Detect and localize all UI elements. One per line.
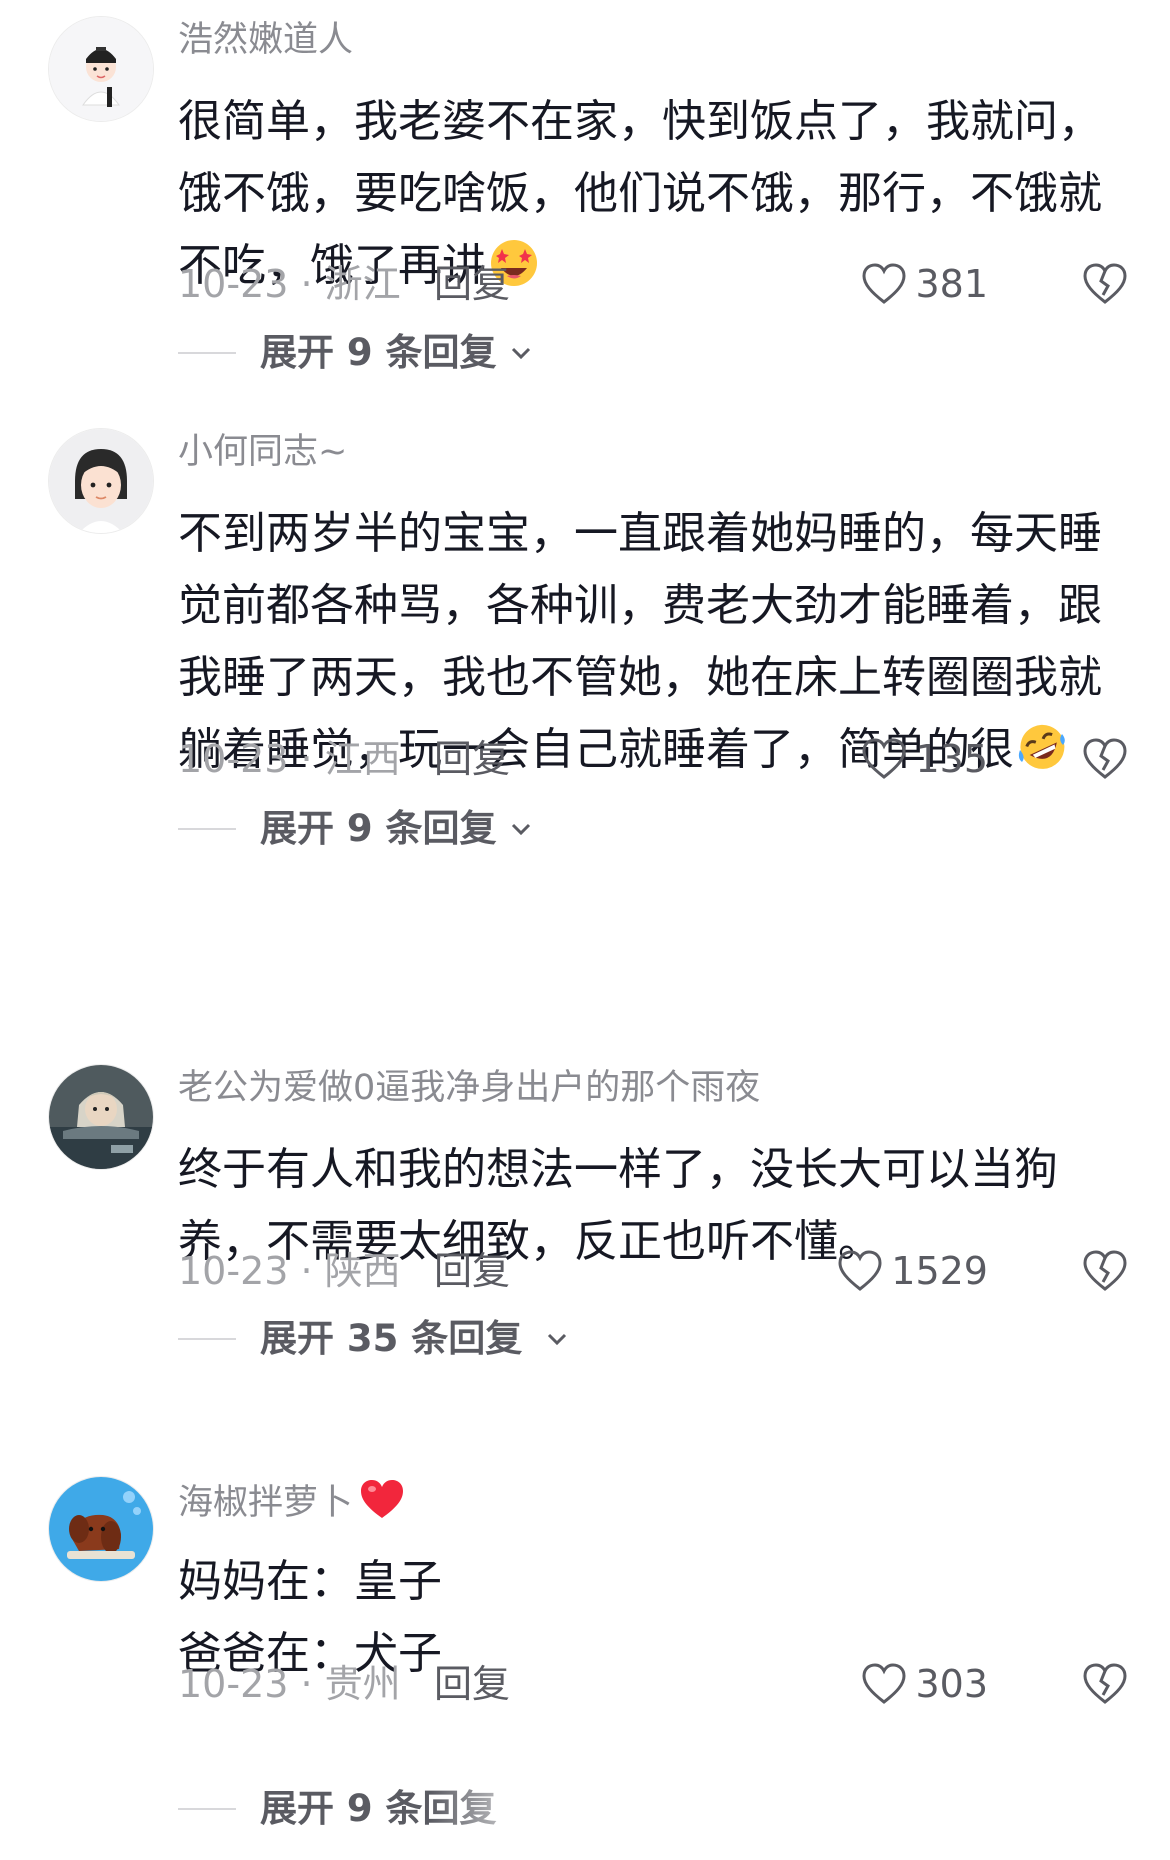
heart-outline-icon <box>838 1250 882 1291</box>
avatar[interactable] <box>48 428 154 534</box>
avatar[interactable] <box>48 1476 154 1582</box>
reply-button[interactable]: 回复 <box>434 259 510 309</box>
username[interactable]: 小何同志~ <box>178 430 347 474</box>
reply-button[interactable]: 回复 <box>434 734 510 784</box>
broken-heart-icon[interactable] <box>1082 736 1128 782</box>
date-location: 10-23 · 贵州 <box>178 1662 401 1706</box>
red-heart-emoji <box>359 1478 405 1531</box>
chevron-down-icon <box>547 1333 567 1346</box>
broken-heart-icon[interactable] <box>1082 1248 1128 1294</box>
like-count: 381 <box>915 262 988 306</box>
comment-item: 小何同志~ 不到两岁半的宝宝，一直跟着她妈睡的，每天睡 觉前都各种骂，各种训，费… <box>0 428 1170 850</box>
comment-line: 我睡了两天，我也不管她，她在床上转圈圈我就 <box>178 652 1102 703</box>
chevron-down-icon <box>511 823 531 836</box>
comment-meta: 10-23 · 贵州 回复 303 <box>178 1659 1128 1709</box>
comment-line: 妈妈在：皇子 <box>178 1556 442 1607</box>
date-location: 10-23 · 江西 <box>178 737 401 781</box>
comment-line: 终于有人和我的想法一样了，没长大可以当狗 <box>178 1144 1058 1195</box>
username[interactable]: 海椒拌萝卜 <box>178 1478 405 1531</box>
username[interactable]: 老公为爱做0逼我净身出户的那个雨夜 <box>178 1066 760 1110</box>
reply-button[interactable]: 回复 <box>434 1659 510 1709</box>
avatar[interactable] <box>48 16 154 122</box>
date-location: 10-23 · 浙江 <box>178 262 401 306</box>
like-button[interactable]: 135 <box>861 734 988 784</box>
expand-replies-label: 展开 35 条回复 <box>260 1317 523 1360</box>
comment-line: 很简单，我老婆不在家，快到饭点了，我就问， <box>178 96 1102 147</box>
comment-line: 不到两岁半的宝宝，一直跟着她妈睡的，每天睡 <box>178 508 1102 559</box>
divider-line <box>178 1338 236 1340</box>
like-count: 1529 <box>891 1249 988 1293</box>
avatar[interactable] <box>48 1064 154 1170</box>
divider-line <box>178 352 236 354</box>
comment-item: 浩然嫩道人 很简单，我老婆不在家，快到饭点了，我就问， 饿不饿，要吃啥饭，他们说… <box>0 16 1170 396</box>
watermark-fade-overlay <box>430 1780 700 1850</box>
expand-replies-button[interactable]: 展开 9 条回复 <box>178 804 778 854</box>
comment-meta: 10-23 · 江西 回复 135 <box>178 734 1128 784</box>
like-button[interactable]: 1529 <box>837 1246 988 1296</box>
comment-meta: 10-23 · 陕西 回复 1529 <box>178 1246 1128 1296</box>
username-text: 小何同志~ <box>178 432 348 472</box>
comment-line: 饿不饿，要吃啥饭，他们说不饿，那行，不饿就 <box>178 168 1102 219</box>
heart-outline-icon <box>862 263 906 304</box>
username-text: 海椒拌萝卜 <box>178 1483 354 1523</box>
username-text: 老公为爱做0逼我净身出户的那个雨夜 <box>178 1068 761 1108</box>
like-button[interactable]: 381 <box>861 259 988 309</box>
expand-replies-label: 展开 9 条回复 <box>260 807 497 850</box>
like-count: 303 <box>915 1662 988 1706</box>
broken-heart-icon[interactable] <box>1082 1661 1128 1707</box>
username[interactable]: 浩然嫩道人 <box>178 18 353 62</box>
like-button[interactable]: 303 <box>861 1659 988 1709</box>
date-location: 10-23 · 陕西 <box>178 1249 401 1293</box>
reply-button[interactable]: 回复 <box>434 1246 510 1296</box>
expand-replies-label: 展开 9 条回复 <box>260 331 497 374</box>
divider-line <box>178 1808 236 1810</box>
comment-meta: 10-23 · 浙江 回复 381 <box>178 259 1128 309</box>
expand-replies-button[interactable]: 展开 9 条回复 <box>178 328 778 378</box>
heart-outline-icon <box>862 738 906 779</box>
heart-outline-icon <box>862 1663 906 1704</box>
like-count: 135 <box>915 737 988 781</box>
divider-line <box>178 828 236 830</box>
username-text: 浩然嫩道人 <box>178 20 354 60</box>
comment-item: 老公为爱做0逼我净身出户的那个雨夜 终于有人和我的想法一样了，没长大可以当狗 养… <box>0 1064 1170 1384</box>
chevron-down-icon <box>511 347 531 360</box>
comment-line: 觉前都各种骂，各种训，费老大劲才能睡着，跟 <box>178 580 1102 631</box>
expand-replies-button[interactable]: 展开 35 条回复 <box>178 1314 778 1364</box>
broken-heart-icon[interactable] <box>1082 261 1128 307</box>
